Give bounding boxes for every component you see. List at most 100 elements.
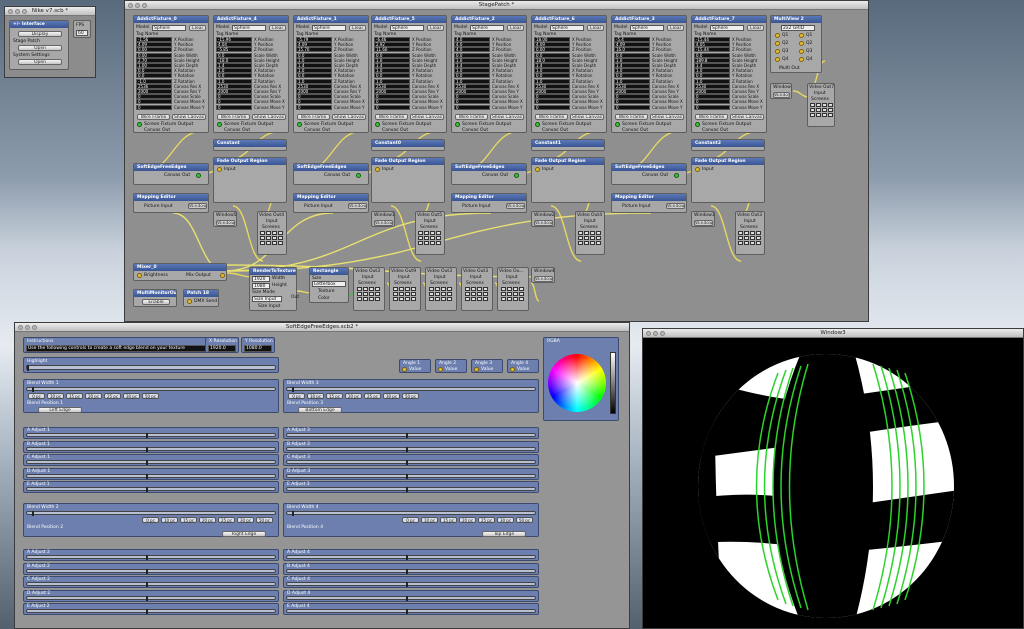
adjust-slider[interactable] xyxy=(26,433,276,438)
preset-button[interactable]: 30 pc xyxy=(237,517,254,523)
screen-cell[interactable] xyxy=(272,236,277,240)
adjust-slider[interactable] xyxy=(26,473,276,479)
screen-grid[interactable] xyxy=(465,287,488,301)
slider-knob[interactable] xyxy=(31,511,34,516)
mapping-editor-node[interactable]: Mapping Editor Picture Input Window xyxy=(451,193,527,213)
window-right-node[interactable]: Window Window xyxy=(770,83,792,99)
slider-knob[interactable] xyxy=(146,555,149,560)
video-out-node[interactable]: Video Out4 Input Screens xyxy=(257,211,287,255)
multiview-port[interactable] xyxy=(799,33,804,38)
clear-button[interactable]: Clear xyxy=(747,25,764,31)
model-select[interactable]: Sphere xyxy=(390,25,424,31)
screen-cell[interactable] xyxy=(519,292,524,296)
multiview-slot[interactable]: Q4 xyxy=(775,57,797,63)
display-button[interactable]: Display xyxy=(18,31,62,37)
screen-cell[interactable] xyxy=(596,236,601,240)
screen-cell[interactable] xyxy=(399,297,404,301)
blend-width-slider[interactable] xyxy=(286,511,536,516)
screen-cell[interactable] xyxy=(483,292,488,296)
model-select[interactable]: Sphere xyxy=(630,25,664,31)
adjust-slider[interactable] xyxy=(26,460,276,465)
screen-cell[interactable] xyxy=(447,292,452,296)
adjust-slider[interactable] xyxy=(286,487,536,492)
screen-cell[interactable] xyxy=(369,287,374,291)
softedge-node[interactable]: SoftEdgeFreeEdges Canvas Out xyxy=(451,163,527,185)
preset-button[interactable]: 50 pc xyxy=(256,517,273,523)
screen-cell[interactable] xyxy=(596,231,601,235)
screen-cell[interactable] xyxy=(447,297,452,301)
slider-panel[interactable]: E Adjust 1 xyxy=(23,481,279,493)
screen-cell[interactable] xyxy=(375,292,380,296)
multiview-slot[interactable]: Q2 xyxy=(775,41,797,47)
screen-cell[interactable] xyxy=(429,287,434,291)
preset-button[interactable]: 0 pc xyxy=(402,517,419,523)
window-node[interactable]: Window1 Window xyxy=(371,211,395,227)
canvas-port[interactable] xyxy=(375,122,380,127)
screen-cell[interactable] xyxy=(750,241,755,245)
screen-cell[interactable] xyxy=(578,241,583,245)
screen-grid[interactable] xyxy=(738,231,761,245)
slider-panel[interactable]: A Adjust 2 xyxy=(23,549,279,561)
preset-button[interactable]: 0 pc xyxy=(288,393,305,399)
window-button[interactable]: Window xyxy=(506,203,525,209)
slider-knob[interactable] xyxy=(146,568,149,574)
slider-panel[interactable]: E Adjust 3 xyxy=(283,481,539,493)
canvas-in-port[interactable] xyxy=(196,173,201,178)
render-width[interactable]: 1920 xyxy=(252,276,270,282)
screen-cell[interactable] xyxy=(596,241,601,245)
multiview-port[interactable] xyxy=(775,41,780,46)
screen-cell[interactable] xyxy=(578,236,583,240)
mapping-editor-node[interactable]: Mapping Editor Picture Input Window xyxy=(611,193,687,213)
slider-knob[interactable] xyxy=(291,511,294,516)
close-button[interactable] xyxy=(646,331,651,336)
screen-cell[interactable] xyxy=(501,297,506,301)
screen-cell[interactable] xyxy=(744,241,749,245)
fixture-field-value[interactable]: 0 xyxy=(216,104,252,110)
adjust-slider[interactable] xyxy=(26,582,276,587)
slider-knob[interactable] xyxy=(406,555,409,560)
screen-cell[interactable] xyxy=(266,231,271,235)
slider-knob[interactable] xyxy=(406,609,409,614)
window-open-button[interactable]: Window xyxy=(694,220,713,226)
enable-button[interactable]: Enable xyxy=(142,299,170,305)
slider-knob[interactable] xyxy=(31,387,34,392)
screen-cell[interactable] xyxy=(430,241,435,245)
fixture-field-row[interactable]: 0 Canvas Move Y xyxy=(614,104,686,110)
slider-panel[interactable]: D Adjust 1 xyxy=(23,467,279,480)
angle-panel[interactable]: Angle 4 Value xyxy=(507,359,539,373)
preset-button[interactable]: 20 pc xyxy=(459,517,476,523)
wireframe-button[interactable]: Wire Frame xyxy=(615,114,648,120)
system-settings-open-button[interactable]: Open xyxy=(18,59,62,65)
screen-cell[interactable] xyxy=(738,241,743,245)
window-node[interactable]: Window3 Window xyxy=(691,211,715,227)
window4-button[interactable]: Window xyxy=(534,276,553,282)
screen-cell[interactable] xyxy=(744,231,749,235)
video-out-row-node[interactable]: Video Out3 Input Screens xyxy=(425,267,457,311)
slider-panel[interactable]: B Adjust 2 xyxy=(23,562,279,575)
angle-panel[interactable]: Angle 3 Value xyxy=(471,359,503,373)
brightness-strip[interactable] xyxy=(610,352,616,414)
wireframe-button[interactable]: Wire Frame xyxy=(535,114,568,120)
show-canvas-button[interactable]: Show Canvas xyxy=(730,114,764,120)
render-to-texture-node[interactable]: RenderToTexture 1920 Width 1080 Height S… xyxy=(249,267,297,311)
canvas-port[interactable] xyxy=(615,122,620,127)
screen-cell[interactable] xyxy=(363,292,368,296)
slider-knob[interactable] xyxy=(146,487,149,492)
slider-knob[interactable] xyxy=(291,387,294,392)
adjust-slider[interactable] xyxy=(286,568,536,574)
canvas-in-port[interactable] xyxy=(674,173,679,178)
constant-node[interactable]: Constant0 xyxy=(371,139,445,151)
video-out-node[interactable]: Video Out5 Input Screens xyxy=(415,211,445,255)
preset-button[interactable]: 15 pc xyxy=(326,393,343,399)
screen-cell[interactable] xyxy=(507,297,512,301)
slider-knob[interactable] xyxy=(406,473,409,479)
screen-cell[interactable] xyxy=(513,297,518,301)
model-select[interactable]: Sphere xyxy=(550,25,584,31)
screen-cell[interactable] xyxy=(441,292,446,296)
show-canvas-button[interactable]: Show Canvas xyxy=(252,114,286,120)
fixture-field-value[interactable]: 0 xyxy=(694,104,730,110)
screen-cell[interactable] xyxy=(369,292,374,296)
screen-cell[interactable] xyxy=(435,292,440,296)
screen-cell[interactable] xyxy=(393,287,398,291)
slider-panel[interactable]: C Adjust 3 xyxy=(283,454,539,466)
